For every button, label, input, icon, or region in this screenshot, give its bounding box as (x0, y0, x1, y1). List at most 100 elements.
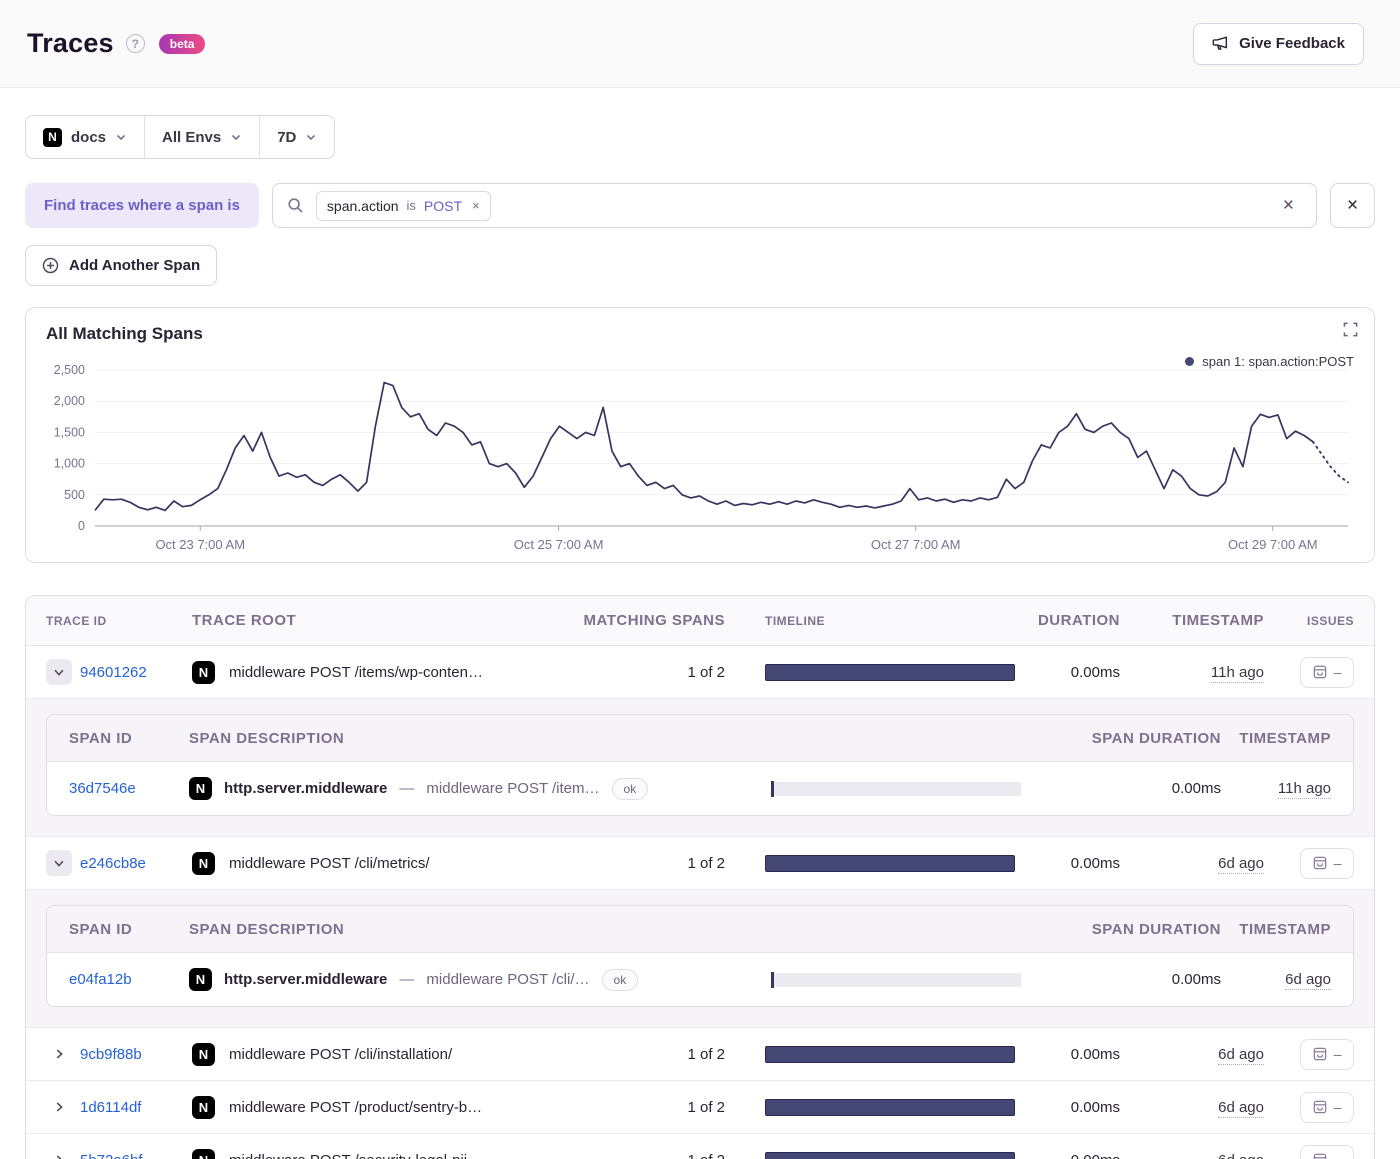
trace-id-link[interactable]: 5b72a6bf (80, 1152, 143, 1159)
project-filter[interactable]: N docs (26, 116, 145, 158)
timestamp-value: 11h ago (1210, 663, 1264, 683)
project-icon: N (43, 127, 62, 147)
header-span-timestamp: Timestamp (1239, 920, 1331, 938)
span-status-badge: ok (611, 777, 649, 800)
date-range-filter[interactable]: 7D (259, 116, 335, 158)
trace-id-link[interactable]: e246cb8e (80, 855, 146, 872)
span-timeline-tick (771, 971, 774, 988)
header-span-id: Span ID (69, 920, 133, 938)
clear-search-icon[interactable]: × (1275, 191, 1302, 221)
expand-chevron[interactable] (46, 850, 72, 876)
table-row: 5b72a6bf N middleware POST /security-leg… (26, 1134, 1374, 1159)
expand-chevron[interactable] (46, 1041, 72, 1067)
issues-icon (1313, 1100, 1327, 1114)
issues-button[interactable]: – (1300, 1038, 1354, 1070)
span-table-header: Span ID Span Description Span Duration T… (47, 715, 1353, 762)
chart-title: All Matching Spans (46, 324, 203, 343)
legend-label: span 1: span.action:POST (1202, 354, 1354, 369)
trace-id-link[interactable]: 94601262 (80, 664, 147, 681)
span-op: http.server.middleware (224, 780, 388, 797)
duration-value: 0.00ms (1015, 1152, 1120, 1159)
table-row: e246cb8e N middleware POST /cli/metrics/… (26, 837, 1374, 890)
issues-icon (1313, 1047, 1327, 1061)
span-table-header: Span ID Span Description Span Duration T… (47, 906, 1353, 953)
span-search-input[interactable]: span.action is POST × × (271, 183, 1317, 228)
issues-dash: – (1333, 664, 1342, 680)
remove-span-query-button[interactable]: × (1330, 183, 1375, 228)
remove-token-icon[interactable]: × (472, 198, 480, 213)
project-icon: N (192, 1042, 215, 1066)
project-icon: N (189, 777, 212, 800)
trace-timeline-bar (765, 1098, 1015, 1116)
expand-chevron[interactable] (46, 1094, 72, 1120)
trace-root-text: middleware POST /product/sentry-b… (229, 1098, 483, 1116)
plus-circle-icon (42, 257, 59, 274)
span-desc: middleware POST /cli/… (426, 971, 590, 988)
header-span-duration: Span Duration (1091, 729, 1221, 747)
svg-text:500: 500 (64, 488, 85, 502)
traces-table-body: 94601262 N middleware POST /items/wp-con… (26, 646, 1374, 1159)
expand-chevron[interactable] (46, 659, 72, 685)
span-desc: middleware POST /item… (426, 780, 600, 797)
trace-id-link[interactable]: 1d6114df (80, 1099, 141, 1116)
span-id-link[interactable]: 36d7546e (69, 780, 136, 797)
timestamp-value: 6d ago (1218, 1151, 1264, 1159)
search-icon (287, 197, 304, 214)
svg-text:Oct 23 7:00 AM: Oct 23 7:00 AM (155, 537, 245, 552)
add-another-span-button[interactable]: Add Another Span (25, 245, 218, 286)
duration-value: 0.00ms (1070, 1098, 1120, 1116)
span-row: 36d7546e N http.server.middleware — midd… (47, 762, 1353, 815)
trace-root-text: middleware POST /cli/metrics/ (229, 854, 430, 872)
span-timestamp-value: 6d ago (1285, 971, 1331, 990)
project-filter-label: docs (71, 128, 107, 146)
svg-text:0: 0 (78, 519, 85, 533)
svg-text:Oct 29 7:00 AM: Oct 29 7:00 AM (1228, 537, 1318, 552)
issues-icon (1313, 856, 1327, 870)
header-trace-id: Trace ID (46, 613, 107, 628)
span-panel: Span ID Span Description Span Duration T… (46, 905, 1354, 1007)
environment-filter[interactable]: All Envs (144, 116, 260, 158)
issues-button[interactable]: – (1300, 1091, 1354, 1123)
help-icon[interactable]: ? (125, 34, 145, 53)
header-issues: Issues (1306, 613, 1354, 628)
chevron-down-icon (115, 131, 127, 143)
duration-value: 0.00ms (1070, 1045, 1120, 1063)
traces-table: Trace ID Trace Root Matching Spans Timel… (25, 595, 1375, 1159)
timestamp-value: 6d ago (1218, 854, 1264, 874)
all-matching-spans-panel: All Matching Spans span 1: span.action:P… (25, 307, 1375, 563)
issues-button[interactable]: – (1300, 847, 1354, 879)
chart-legend: span 1: span.action:POST (1185, 354, 1354, 369)
timestamp-value: 6d ago (1218, 1045, 1264, 1065)
header-timestamp: Timestamp (1172, 612, 1264, 629)
date-range-label: 7D (277, 128, 297, 146)
span-row: e04fa12b N http.server.middleware — midd… (47, 953, 1353, 1006)
header-duration: Duration (1037, 612, 1120, 629)
matching-spans-value: 1 of 2 (687, 663, 725, 681)
span-timestamp-value: 11h ago (1277, 780, 1331, 799)
trace-root-text: middleware POST /items/wp-conten… (229, 663, 483, 681)
trace-id-link[interactable]: 9cb9f88b (80, 1046, 142, 1063)
span-id-link[interactable]: e04fa12b (69, 971, 132, 988)
chevron-down-icon (305, 131, 317, 143)
filter-token[interactable]: span.action is POST × (315, 190, 491, 221)
issues-dash: – (1334, 1152, 1342, 1159)
timestamp-value: 6d ago (1218, 1098, 1264, 1118)
span-op: http.server.middleware (224, 971, 388, 988)
token-operator: is (406, 198, 416, 213)
environment-filter-label: All Envs (162, 128, 222, 146)
svg-text:1,000: 1,000 (54, 457, 85, 471)
matching-spans-value: 1 of 2 (687, 854, 725, 872)
duration-value: 0.00ms (1070, 663, 1120, 681)
issues-button[interactable]: – (1300, 1144, 1354, 1159)
issues-button[interactable]: – (1300, 656, 1354, 688)
svg-text:2,000: 2,000 (54, 394, 85, 408)
span-status-badge: ok (601, 968, 639, 991)
header-trace-root: Trace Root (192, 612, 297, 629)
svg-text:1,500: 1,500 (54, 425, 85, 439)
page-title: Traces (27, 28, 114, 58)
span-op-dash: — (399, 971, 415, 988)
give-feedback-button[interactable]: Give Feedback (1193, 22, 1364, 65)
page-header: Traces ? beta Give Feedback (0, 0, 1400, 88)
expand-chart-icon[interactable] (1343, 322, 1358, 342)
expand-chevron[interactable] (46, 1147, 72, 1159)
